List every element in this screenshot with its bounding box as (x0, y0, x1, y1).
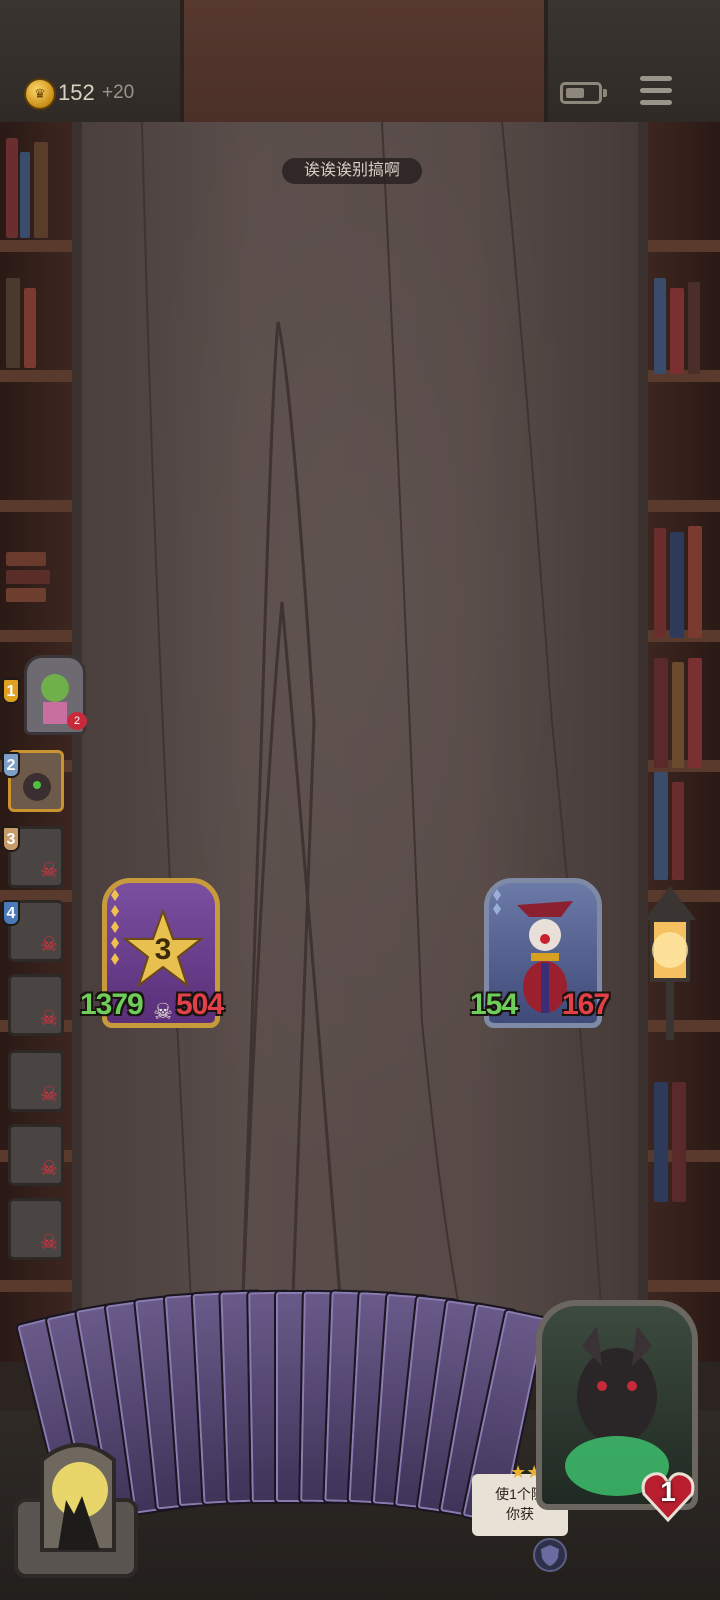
wood-grain (141, 122, 603, 1322)
book (654, 1082, 668, 1202)
book (24, 288, 36, 368)
enemy-pips (493, 889, 501, 915)
skull-icon: ☠ (40, 1008, 58, 1030)
skull-icon: ☠ (40, 934, 58, 956)
menu-icon-bar (640, 88, 672, 93)
book (6, 552, 46, 566)
book (672, 1082, 686, 1202)
queue-slot-7[interactable]: ☠ (8, 1124, 64, 1186)
queue-heart-badge: 2 (67, 712, 87, 730)
top-card-slot (180, 0, 548, 126)
bookshelf-right (648, 122, 720, 1362)
enemy-attack: 154 (470, 988, 518, 1021)
wolf-moon-icon (14, 1443, 138, 1578)
shield-button[interactable] (533, 1538, 567, 1572)
book (688, 526, 702, 638)
book (20, 152, 30, 238)
coin-icon: ♛ (24, 78, 56, 110)
queue-portrait-active[interactable]: 2 (24, 655, 87, 735)
menu-icon-bar (640, 100, 672, 105)
skull-icon: ☠ (153, 999, 173, 1024)
book (6, 588, 46, 602)
book (34, 142, 48, 238)
book (670, 532, 684, 638)
book (688, 282, 700, 374)
book (670, 288, 684, 374)
book (6, 278, 20, 368)
menu-icon (640, 76, 672, 81)
battery-level (566, 88, 584, 98)
queue-rank-3: 3 (2, 826, 20, 852)
queue-slot-8[interactable]: ☠ (8, 1198, 64, 1260)
book (672, 782, 684, 880)
skull-icon: ☠ (40, 860, 58, 882)
skull-icon: ☠ (40, 1158, 58, 1180)
coin-bonus: +20 (102, 82, 135, 103)
shield-icon (541, 1545, 559, 1566)
skull-icon: ☠ (40, 1084, 58, 1106)
coin-count: 152 (58, 80, 95, 105)
queue-rank-2: 2 (2, 752, 20, 778)
howl-ability-button[interactable] (8, 1430, 140, 1580)
queue-slot-6[interactable]: ☠ (8, 1050, 64, 1112)
book (6, 570, 50, 584)
menu-button[interactable] (640, 74, 674, 108)
hero-level: 1 (660, 1476, 676, 1507)
queue-rank-1: 1 (2, 678, 20, 704)
queue-slot-5[interactable]: ☠ (8, 974, 64, 1036)
battery-icon (560, 82, 607, 104)
enemy-health: 167 (562, 988, 610, 1021)
book (654, 772, 668, 880)
book (654, 528, 666, 638)
player-health: 504 (176, 988, 224, 1021)
board-title: 诶诶诶别搞啊 (282, 158, 422, 184)
player-attack: 1379 (80, 988, 144, 1021)
queue-rank-4: 4 (2, 900, 20, 926)
book (6, 138, 18, 238)
book (654, 278, 666, 374)
skull-icon: ☠ (40, 1232, 58, 1254)
book (654, 658, 668, 768)
book (688, 658, 702, 768)
upgrade-pips (111, 889, 119, 965)
unit-level: 3 (154, 933, 172, 966)
book (672, 662, 684, 768)
